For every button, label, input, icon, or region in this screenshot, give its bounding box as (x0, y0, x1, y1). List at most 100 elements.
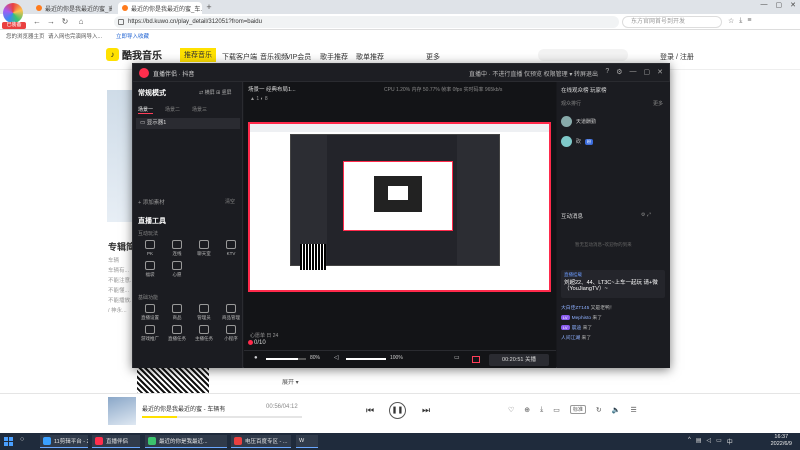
pause-button[interactable]: ❚❚ (389, 402, 406, 419)
tab-scene-3[interactable]: 场景三 (192, 106, 207, 114)
taskbar-item[interactable]: 电压百度专区 - ... (231, 435, 291, 448)
home-icon[interactable]: ⌂ (76, 17, 86, 26)
ime-icon[interactable]: 中 (727, 437, 733, 446)
tool-lucky-bag[interactable]: 福袋 (138, 261, 162, 278)
gear-icon[interactable]: ⚙ (616, 68, 622, 76)
browser-search-input[interactable]: 东方官网首号到开发 (622, 16, 722, 28)
taskbar-item[interactable]: 最近的你是我最近... (145, 435, 227, 448)
heart-icon[interactable]: ♡ (508, 406, 514, 414)
kuwo-logo[interactable]: ♪ 酷我音乐 (106, 47, 162, 62)
bookmark-item[interactable]: 请入网也完演网导入... (48, 32, 102, 40)
tab-scene-1[interactable]: 场景一 (138, 106, 154, 114)
tool-live-task[interactable]: 直播任务 (165, 325, 189, 342)
microphone-icon[interactable]: ● (254, 355, 258, 361)
record-icon[interactable] (472, 356, 480, 363)
add-to-list-icon[interactable]: ⊕ (524, 406, 530, 414)
tool-mini-program[interactable]: 小程序 (219, 325, 243, 342)
camera-icon[interactable]: ▭ (454, 354, 460, 361)
login-link[interactable]: 登录 / 注册 (660, 52, 694, 62)
download-icon[interactable]: ⤓ (739, 17, 742, 25)
player-progress-bar[interactable] (142, 416, 302, 418)
network-icon[interactable]: ▤ (696, 437, 702, 446)
quality-mode-button[interactable]: 标准 (569, 405, 586, 414)
bookmark-item[interactable]: 您的浏览器主页 (6, 32, 45, 40)
tool-wish[interactable]: 心愿 (165, 261, 189, 278)
tool-pk[interactable]: PK (138, 240, 162, 257)
canvas-scene-label[interactable]: 场景一 经典布局1... (248, 85, 296, 93)
playlist-icon[interactable]: ☰ (631, 406, 637, 414)
comment-icon[interactable]: ▭ (553, 406, 560, 414)
taskbar-item[interactable]: 11剪辑平台 - 2.0.2... (40, 435, 88, 448)
tool-goods[interactable]: 商品 (165, 304, 189, 321)
mic-volume-slider[interactable] (266, 358, 306, 360)
chat-line[interactable]: LV 晨迪 来了 (561, 324, 592, 331)
minimize-icon[interactable]: — (761, 1, 768, 9)
nav-item-singer[interactable]: 歌手推荐 (320, 52, 348, 62)
close-icon[interactable]: ✕ (657, 68, 663, 76)
tool-ktv[interactable]: KTV (219, 240, 243, 257)
tool-link[interactable]: 连线 (165, 240, 189, 257)
player-cover[interactable] (108, 397, 136, 425)
prev-track-icon[interactable]: ⏮ (366, 405, 374, 416)
maximize-icon[interactable]: ▢ (644, 68, 651, 76)
audience-more-link[interactable]: 更多 (653, 100, 663, 107)
windows-start-icon[interactable] (4, 437, 13, 446)
speaker-volume-slider[interactable] (346, 358, 386, 360)
bookmark-import-link[interactable]: 立即导入收藏 (116, 32, 149, 40)
browser-tab[interactable]: 最近的你是我最近的蜜_高潮... ✕ (32, 2, 112, 14)
system-clock[interactable]: 16:37 2022/6/9 (771, 434, 792, 448)
viewer-row[interactable]: 天道酬勤 (561, 116, 596, 127)
taskbar-item[interactable]: 直播伴侣 (92, 435, 140, 448)
expand-link[interactable]: 展开 ▾ (282, 377, 299, 386)
download-icon[interactable]: ⤓ (540, 406, 543, 414)
chat-line[interactable]: LV Mephisto 来了 (561, 314, 602, 321)
browser-logo-icon[interactable] (3, 3, 23, 23)
nav-item-more[interactable]: 更多 (426, 52, 440, 62)
tool-goods-manage[interactable]: 商品管理 (219, 304, 243, 321)
chevron-up-icon[interactable]: ^ (688, 437, 691, 446)
loop-icon[interactable]: ↻ (596, 406, 602, 414)
new-tab-button[interactable]: + (204, 2, 214, 12)
back-icon[interactable]: ← (32, 17, 42, 26)
next-track-icon[interactable]: ⏭ (422, 405, 430, 416)
nav-item-download[interactable]: 下载客户端 (222, 52, 257, 62)
player-song-title[interactable]: 最近的你是我最近的蜜 - 车辆有 (142, 404, 225, 413)
nav-item-vip[interactable]: VIP会员 (286, 52, 311, 62)
tool-chatroom[interactable]: 聊天室 (192, 240, 216, 257)
battery-icon[interactable]: ▭ (716, 437, 722, 446)
tool-admin[interactable]: 管理员 (192, 304, 216, 321)
maximize-icon[interactable]: ▢ (776, 1, 783, 9)
speaker-icon[interactable]: ◁ (334, 354, 339, 361)
orientation-toggle[interactable]: ⇄ 横屏 ⊞ 竖屏 (199, 89, 232, 96)
tool-game-promo[interactable]: 游戏推广 (138, 325, 162, 342)
tool-live-settings[interactable]: 直播设置 (138, 304, 162, 321)
forward-icon[interactable]: → (46, 17, 56, 26)
nav-item-recommend[interactable]: 推荐音乐 (180, 48, 216, 62)
end-live-button[interactable]: 00:20:51 关播 (489, 354, 549, 366)
audience-title[interactable]: 在线观众榜 玩家榜 (561, 86, 607, 94)
taskbar-item[interactable]: W (296, 435, 318, 448)
viewer-row[interactable]: 砍 粉 (561, 136, 594, 147)
clear-button[interactable]: 清空 (225, 198, 235, 205)
star-icon[interactable]: ☆ (728, 17, 734, 25)
kuwo-search-input[interactable] (538, 49, 628, 61)
chat-line[interactable]: 人间江湖 来了 (561, 334, 591, 341)
help-icon[interactable]: ? (605, 68, 609, 76)
add-source-button[interactable]: + 添加素材 (138, 198, 165, 206)
tool-host-task[interactable]: 主播任务 (192, 325, 216, 342)
nav-item-playlist[interactable]: 歌单推荐 (356, 52, 384, 62)
mode-title[interactable]: 常规模式 (138, 88, 166, 98)
volume-icon[interactable]: 🔈 (612, 406, 621, 414)
source-item[interactable]: ▭ 显示器1 (136, 118, 240, 129)
volume-icon[interactable]: ◁ (707, 437, 712, 446)
refresh-icon[interactable]: ↻ (60, 17, 70, 26)
minimize-icon[interactable]: — (630, 68, 637, 76)
search-icon[interactable]: ○ (20, 436, 24, 443)
nav-item-video[interactable]: 音乐视频 (260, 52, 288, 62)
gear-icon[interactable]: ⚙ ⤢ (641, 212, 651, 218)
tab-scene-2[interactable]: 场景二 (165, 106, 180, 114)
browser-tab-active[interactable]: 最近的你是我最近的蜜_车... ✕ (118, 2, 202, 14)
url-input[interactable]: https://bd.kuwo.cn/play_detail/312051?fr… (114, 16, 619, 28)
menu-icon[interactable]: ≡ (747, 17, 751, 25)
chat-line[interactable]: 大白佳ZT145 又是老鸭！ (561, 304, 615, 311)
